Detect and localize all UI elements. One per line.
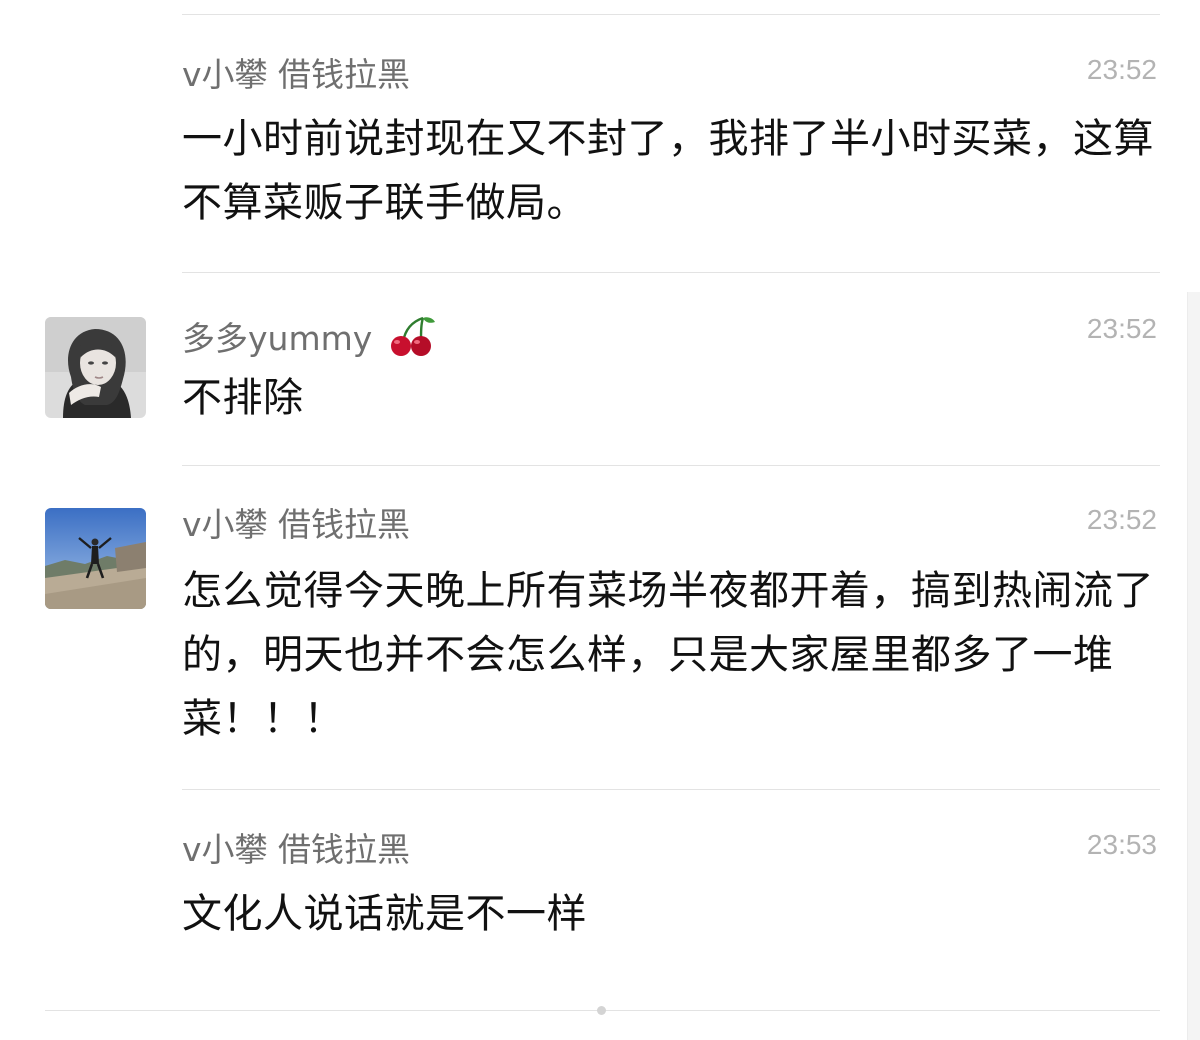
- comment-author[interactable]: 多多yummy: [182, 314, 437, 367]
- comment-author-name: 多多yummy: [182, 319, 373, 358]
- scrollbar[interactable]: [1187, 292, 1200, 1040]
- page-indicator-dot: [597, 1006, 606, 1015]
- comment-divider: [182, 272, 1160, 273]
- comment-text: 不排除: [182, 375, 304, 421]
- comment-time: 23:53: [1086, 829, 1157, 860]
- comment-author[interactable]: v小攀 借钱拉黑: [182, 55, 410, 95]
- avatar[interactable]: [45, 508, 146, 609]
- comment-author[interactable]: v小攀 借钱拉黑: [182, 830, 410, 870]
- comment-text: 一小时前说封现在又不封了，我排了半小时买菜，这算不算菜贩子联手做局。: [182, 116, 1154, 226]
- comment-text: 文化人说话就是不一样: [182, 891, 587, 937]
- comment-time: 23:52: [1086, 54, 1157, 85]
- comment-author[interactable]: v小攀 借钱拉黑: [182, 505, 410, 545]
- avatar[interactable]: [45, 317, 146, 418]
- comment-time: 23:52: [1086, 313, 1157, 344]
- comment-text: 怎么觉得今天晚上所有菜场半夜都开着，搞到热闹流了的，明天也并不会怎么样，只是大家…: [182, 568, 1154, 742]
- comment-time: 23:52: [1086, 504, 1157, 535]
- cherry-icon: [387, 314, 437, 367]
- comment-divider: [182, 465, 1160, 466]
- comment-divider: [182, 789, 1160, 790]
- top-divider: [182, 14, 1160, 15]
